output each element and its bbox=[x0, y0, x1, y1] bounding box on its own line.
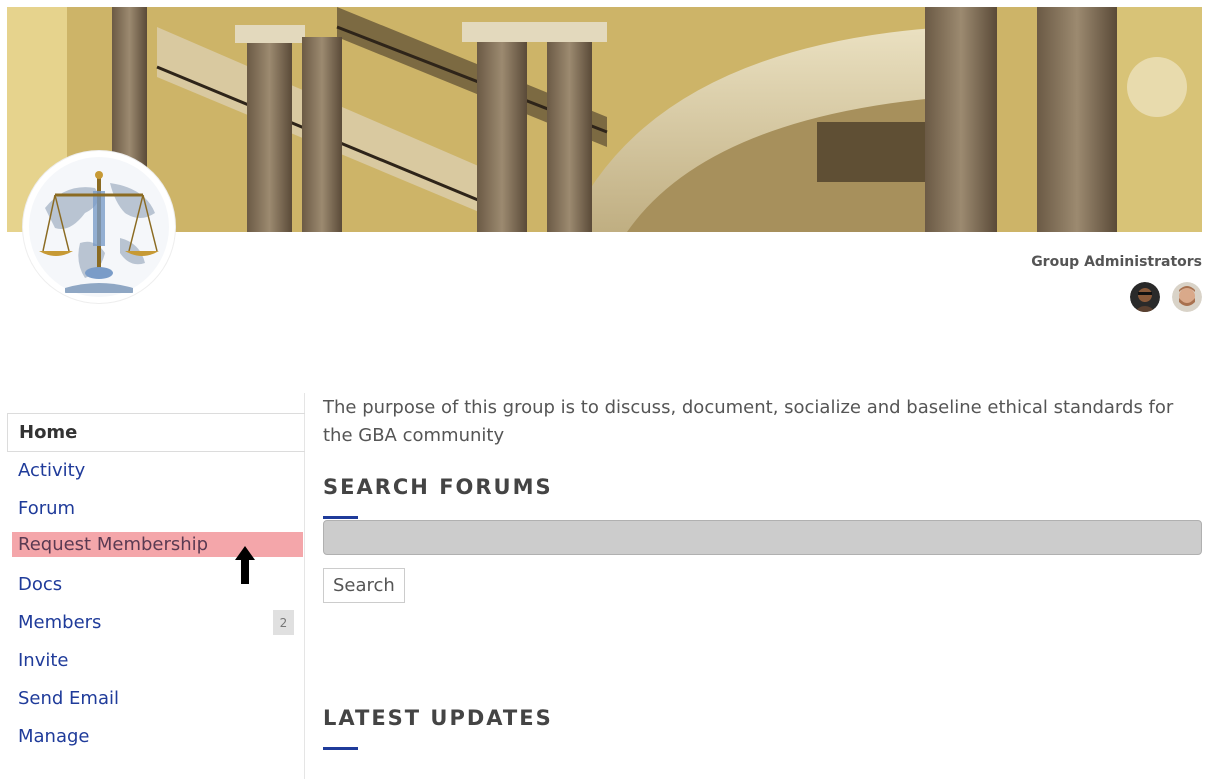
nav-item-request-membership[interactable]: Request Membership bbox=[12, 532, 303, 557]
nav-item-label: Home bbox=[19, 422, 78, 443]
group-cover-image bbox=[7, 7, 1202, 232]
search-forums-title: SEARCH FORUMS bbox=[323, 475, 553, 499]
staircase-illustration bbox=[7, 7, 1202, 232]
forum-search-input[interactable] bbox=[323, 520, 1202, 555]
nav-item-docs[interactable]: Docs bbox=[7, 565, 305, 603]
members-count-badge: 2 bbox=[273, 610, 294, 635]
nav-item-label: Docs bbox=[18, 573, 63, 595]
nav-item-label: Request Membership bbox=[18, 534, 209, 555]
group-navigation: Home Activity Forum Request Membership D… bbox=[7, 393, 305, 779]
nav-item-label: Forum bbox=[18, 497, 76, 519]
nav-item-label: Activity bbox=[18, 459, 86, 481]
nav-item-label: Members bbox=[18, 611, 102, 633]
nav-item-send-email[interactable]: Send Email bbox=[7, 679, 305, 717]
scales-of-justice-globe-icon bbox=[29, 157, 169, 297]
group-main-content: The purpose of this group is to discuss,… bbox=[323, 393, 1203, 750]
admin-avatar-list bbox=[1031, 282, 1202, 312]
nav-item-invite[interactable]: Invite bbox=[7, 641, 305, 679]
arrow-up-icon bbox=[235, 546, 255, 584]
nav-item-manage[interactable]: Manage bbox=[7, 717, 305, 755]
group-description: The purpose of this group is to discuss,… bbox=[323, 397, 1174, 446]
admin-avatar-1[interactable] bbox=[1130, 282, 1160, 312]
latest-updates-title: LATEST UPDATES bbox=[323, 706, 553, 730]
group-administrators-title: Group Administrators bbox=[1031, 254, 1202, 270]
group-administrators: Group Administrators bbox=[1031, 254, 1202, 312]
nav-item-members[interactable]: Members 2 bbox=[7, 603, 305, 641]
forum-search-button[interactable]: Search bbox=[323, 568, 405, 603]
search-forums-title-rule bbox=[323, 516, 358, 519]
admin-avatar-2-icon bbox=[1172, 282, 1202, 312]
latest-updates-title-rule bbox=[323, 747, 358, 750]
nav-item-label: Invite bbox=[18, 649, 69, 671]
nav-item-forum[interactable]: Forum bbox=[7, 489, 305, 527]
nav-item-activity[interactable]: Activity bbox=[7, 451, 305, 489]
nav-item-label: Manage bbox=[18, 725, 90, 747]
admin-avatar-1-icon bbox=[1130, 282, 1160, 312]
nav-item-home[interactable]: Home bbox=[7, 413, 305, 452]
group-avatar[interactable] bbox=[23, 151, 175, 303]
admin-avatar-2[interactable] bbox=[1172, 282, 1202, 312]
nav-item-label: Send Email bbox=[18, 687, 119, 709]
